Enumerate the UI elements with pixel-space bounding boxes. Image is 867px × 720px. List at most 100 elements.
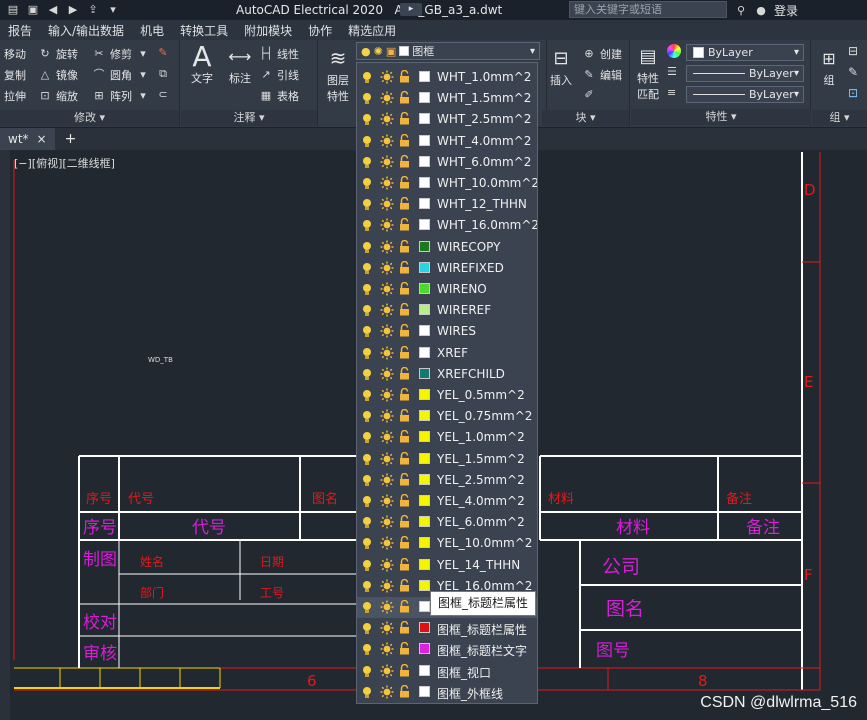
sun-icon[interactable]	[380, 600, 394, 614]
layer-color-swatch[interactable]	[419, 452, 430, 464]
layer-color-swatch[interactable]	[419, 92, 430, 104]
layer-color-swatch[interactable]	[419, 261, 430, 273]
layer-color-swatch[interactable]	[419, 283, 430, 294]
bulb-icon[interactable]	[362, 92, 372, 105]
layer-color-swatch[interactable]	[419, 134, 430, 146]
sun-icon[interactable]	[380, 261, 394, 275]
sun-icon[interactable]	[380, 536, 394, 550]
lock-icon[interactable]	[399, 345, 410, 359]
sun-icon[interactable]	[380, 367, 394, 381]
lock-icon[interactable]	[399, 451, 410, 465]
bulb-icon[interactable]	[362, 241, 372, 254]
bulb-icon[interactable]	[362, 325, 372, 338]
bulb-icon[interactable]	[362, 410, 372, 423]
layer-color-swatch[interactable]	[419, 495, 430, 506]
bulb-icon[interactable]	[362, 368, 372, 381]
lock-icon[interactable]	[399, 303, 410, 316]
layer-item[interactable]: WIREREF	[357, 300, 537, 321]
layer-item[interactable]: 图框_标题栏文字	[357, 639, 537, 660]
lock-icon[interactable]	[399, 557, 410, 571]
layer-item[interactable]: WHT_12_THHN	[357, 194, 537, 215]
layer-item[interactable]: YEL_14_THHN	[357, 555, 537, 576]
layer-item[interactable]: YEL_6.0mm^2	[357, 512, 537, 533]
bulb-icon[interactable]	[362, 453, 372, 466]
lock-icon[interactable]	[399, 154, 410, 168]
layer-color-swatch[interactable]	[419, 622, 430, 634]
layer-item[interactable]: YEL_1.5mm^2	[357, 449, 537, 470]
layer-item[interactable]: YEL_0.5mm^2	[357, 385, 537, 406]
lock-icon[interactable]	[399, 684, 410, 698]
sun-icon[interactable]	[380, 282, 394, 296]
layer-item[interactable]: WIRES	[357, 321, 537, 342]
layer-item[interactable]: WIRENO	[357, 279, 537, 300]
bulb-icon[interactable]	[362, 601, 372, 614]
bulb-icon[interactable]	[362, 389, 372, 402]
layer-color-swatch[interactable]	[419, 155, 430, 167]
layer-color-swatch[interactable]	[419, 516, 430, 528]
lock-icon[interactable]	[399, 642, 410, 655]
layer-item[interactable]: 图框_标题栏属性	[357, 618, 537, 639]
sun-icon[interactable]	[380, 515, 394, 529]
lock-icon[interactable]	[399, 493, 410, 507]
layer-item[interactable]: WHT_2.5mm^2	[357, 109, 537, 130]
lock-icon[interactable]	[399, 515, 410, 528]
layer-item[interactable]: YEL_2.5mm^2	[357, 470, 537, 491]
layer-color-swatch[interactable]	[419, 367, 430, 379]
bulb-icon[interactable]	[362, 622, 372, 635]
bulb-icon[interactable]	[362, 283, 372, 296]
layer-item[interactable]: WHT_10.0mm^2	[357, 173, 537, 194]
bulb-icon[interactable]	[362, 559, 372, 572]
layer-color-swatch[interactable]	[419, 537, 430, 549]
lock-icon[interactable]	[399, 621, 410, 634]
sun-icon[interactable]	[380, 642, 394, 656]
lock-icon[interactable]	[399, 281, 410, 295]
layer-color-swatch[interactable]	[419, 410, 430, 422]
sun-icon[interactable]	[380, 134, 394, 148]
sun-icon[interactable]	[380, 112, 394, 126]
bulb-icon[interactable]	[362, 665, 372, 678]
sun-icon[interactable]	[380, 621, 394, 635]
lock-icon[interactable]	[399, 218, 410, 231]
layer-item[interactable]: WHT_16.0mm^2	[357, 215, 537, 236]
lock-icon[interactable]	[399, 366, 410, 380]
layer-item[interactable]: WHT_1.0mm^2	[357, 67, 537, 88]
layer-item[interactable]: XREFCHILD	[357, 364, 537, 385]
layer-color-swatch[interactable]	[419, 664, 430, 676]
layer-item[interactable]: WHT_6.0mm^2	[357, 152, 537, 173]
lock-icon[interactable]	[399, 112, 410, 125]
layer-item[interactable]: YEL_1.0mm^2	[357, 427, 537, 448]
lock-icon[interactable]	[399, 472, 410, 486]
sun-icon[interactable]	[380, 558, 394, 572]
lock-icon[interactable]	[399, 175, 410, 189]
sun-icon[interactable]	[380, 579, 394, 593]
bulb-icon[interactable]	[362, 516, 372, 529]
bulb-icon[interactable]	[362, 304, 372, 317]
layer-color-swatch[interactable]	[419, 71, 430, 82]
lock-icon[interactable]	[399, 663, 410, 677]
bulb-icon[interactable]	[362, 347, 372, 360]
bulb-icon[interactable]	[362, 580, 372, 593]
layer-item[interactable]: WIREFIXED	[357, 258, 537, 279]
sun-icon[interactable]	[380, 155, 394, 169]
sun-icon[interactable]	[380, 197, 394, 211]
layer-item[interactable]: 图框_视口	[357, 661, 537, 682]
layer-color-swatch[interactable]	[419, 346, 430, 358]
lock-icon[interactable]	[399, 69, 410, 83]
layer-item[interactable]: WHT_1.5mm^2	[357, 88, 537, 109]
layer-color-swatch[interactable]	[419, 177, 430, 188]
lock-icon[interactable]	[399, 599, 410, 613]
lock-icon[interactable]	[399, 239, 410, 253]
bulb-icon[interactable]	[362, 113, 372, 126]
lock-icon[interactable]	[399, 430, 410, 443]
lock-icon[interactable]	[399, 260, 410, 274]
layer-item[interactable]: YEL_10.0mm^2	[357, 533, 537, 554]
layer-color-swatch[interactable]	[419, 558, 430, 570]
layer-color-swatch[interactable]	[419, 579, 430, 591]
bulb-icon[interactable]	[362, 431, 372, 444]
lock-icon[interactable]	[399, 197, 410, 210]
bulb-icon[interactable]	[362, 537, 372, 550]
bulb-icon[interactable]	[362, 156, 372, 169]
lock-icon[interactable]	[399, 133, 410, 147]
bulb-icon[interactable]	[362, 643, 372, 656]
sun-icon[interactable]	[380, 70, 394, 84]
